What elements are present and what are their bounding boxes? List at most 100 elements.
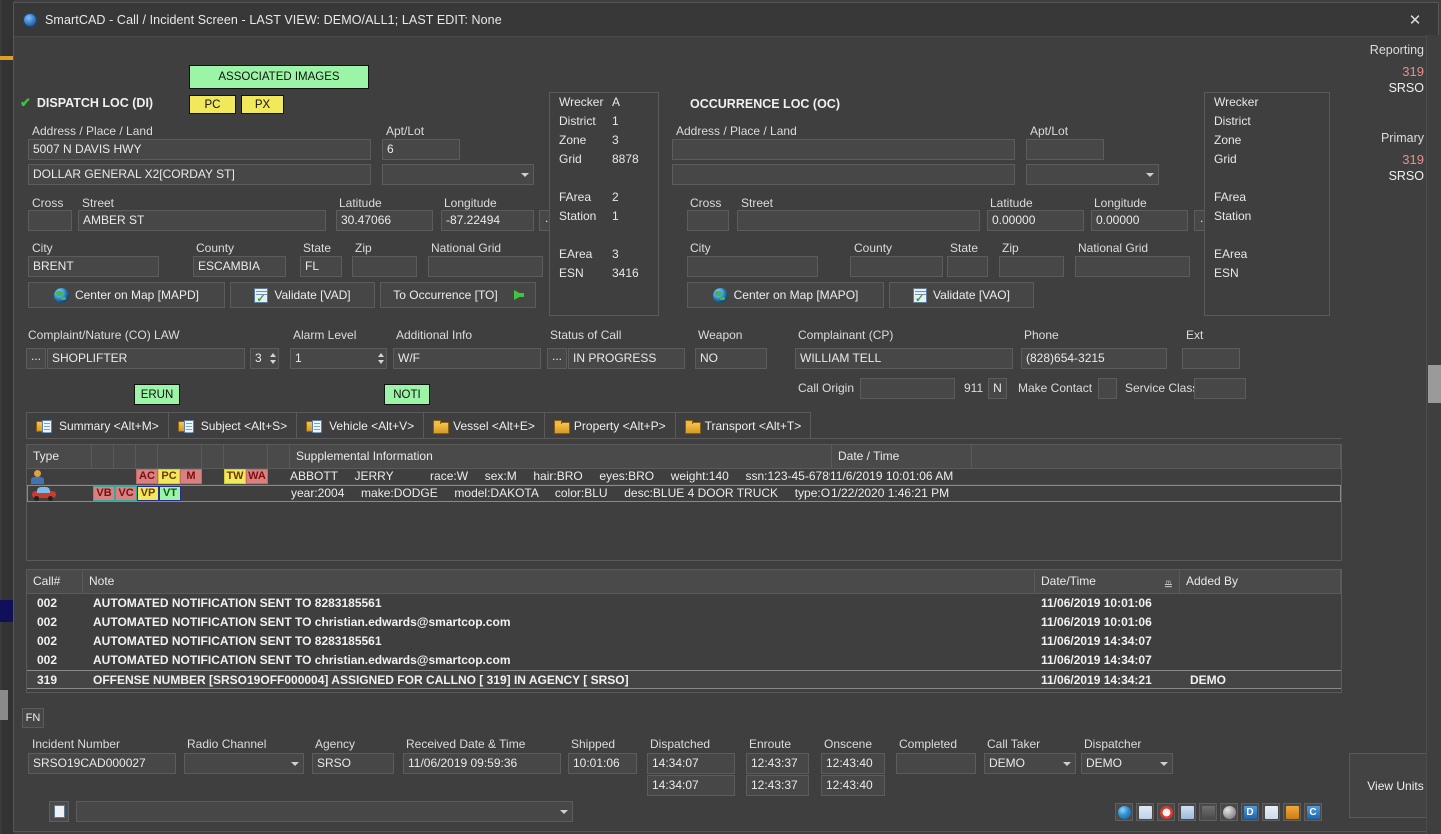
tab-vessel[interactable]: Vessel <Alt+E> [423,412,545,439]
dispatched-input[interactable]: 14:34:07 [647,753,735,774]
spinner-down-icon[interactable] [378,360,384,364]
table-row[interactable]: VB VC VP VT year:2004 make:DODGE model:DAKOT… [27,485,1341,502]
enroute-input[interactable]: 12:43:37 [746,753,809,774]
px-flag-button[interactable]: PX [241,95,284,114]
radio-channel-combo[interactable] [184,753,304,774]
window-icon[interactable] [1136,803,1154,821]
agency-input[interactable]: SRSO [312,753,394,774]
globe-icon[interactable] [1115,803,1133,821]
associated-images-button[interactable]: ASSOCIATED IMAGES [189,65,369,89]
alarm-level-spinner[interactable]: 1 [290,348,387,369]
spinner-up-icon[interactable] [378,353,384,357]
make-contact-input[interactable] [1098,378,1117,399]
occurrence-longitude-input[interactable]: 0.00000 [1091,210,1188,231]
clock-icon[interactable] [1157,803,1175,821]
dispatch-longitude-input[interactable]: -87.22494 [441,210,534,231]
occurrence-center-on-map-button[interactable]: Center on Map [MAPO] [687,282,884,308]
complaint-nature-input[interactable]: SHOPLIFTER [47,348,245,369]
spinner-down-icon[interactable] [270,360,276,364]
occurrence-natgrid-input[interactable] [1075,256,1190,277]
dispatch-center-on-map-button[interactable]: Center on Map [MAPD] [28,282,225,308]
occurrence-cross-input[interactable] [687,210,729,231]
fn-tab[interactable]: FN [22,708,44,728]
table-row[interactable]: AC PC M TW WA ABBOTT JERRY race:W sex:M hair:… [27,469,1341,485]
tab-property[interactable]: Property <Alt+P> [543,412,676,439]
page-scrollbar-thumb[interactable] [1428,365,1441,403]
close-window-button[interactable]: ✕ [1392,3,1438,36]
new-note-button[interactable] [49,801,69,822]
badge-ac[interactable]: AC [136,469,158,484]
dispatch-natgrid-input[interactable] [428,256,543,277]
badge-vp[interactable]: VP [137,486,159,501]
tab-subject[interactable]: Subject <Alt+S> [167,412,298,439]
brush-icon[interactable] [1262,803,1280,821]
dispatch-latitude-input[interactable]: 30.47066 [336,210,433,231]
occurrence-city-input[interactable] [687,256,818,277]
received-input[interactable]: 11/06/2019 09:59:36 [403,753,561,774]
badge-wa[interactable]: WA [246,469,268,484]
notes-col-call[interactable]: Call# [27,570,83,593]
service-class-input[interactable] [1194,378,1246,399]
tow-truck-icon[interactable] [1283,803,1301,821]
dispatcher-combo[interactable]: DEMO [1081,753,1173,774]
onscene-input[interactable]: 12:43:40 [821,753,885,774]
occurrence-county-input[interactable] [850,256,943,277]
summary-col-b2[interactable] [114,445,136,468]
phone-input[interactable]: (828)654-3215 [1021,348,1167,369]
summary-col-datetime[interactable]: Date / Time [832,445,972,468]
dispatch-county-input[interactable]: ESCAMBIA [193,256,286,277]
occurrence-latitude-input[interactable]: 0.00000 [987,210,1084,231]
notes-col-addedby[interactable]: Added By [1180,570,1341,593]
summary-col-b1[interactable] [92,445,114,468]
summary-col-b3[interactable] [136,445,158,468]
dispatch-state-input[interactable]: FL [300,256,342,277]
badge-vc[interactable]: VC [115,486,137,501]
dispatch-aptlot-combo[interactable] [382,164,534,185]
notes-col-note[interactable]: Note [83,570,1035,593]
occurrence-zip-input[interactable] [999,256,1064,277]
copies-icon[interactable] [1178,803,1196,821]
status-of-call-picker-button[interactable]: ... [547,348,567,369]
ext-input[interactable] [1182,348,1240,369]
command-combo[interactable] [76,801,573,822]
status-of-call-input[interactable]: IN PROGRESS [568,348,685,369]
dispatch-validate-button[interactable]: Validate [VAD] [230,282,375,308]
complaint-nature-picker-button[interactable]: ... [26,348,46,369]
badge-tw[interactable]: TW [224,469,246,484]
complainant-input[interactable]: WILLIAM TELL [795,348,1013,369]
notes-row[interactable]: 002 AUTOMATED NOTIFICATION SENT TO christ… [27,613,1341,632]
e911-input[interactable]: N [988,378,1007,399]
occurrence-street-input[interactable] [737,210,980,231]
badge-vb[interactable]: VB [93,486,115,501]
occurrence-state-input[interactable] [947,256,988,277]
c-icon[interactable]: C [1304,803,1322,821]
summary-col-b5[interactable] [202,445,224,468]
summary-col-spacer[interactable] [972,445,1341,468]
notes-row[interactable]: 002 AUTOMATED NOTIFICATION SENT TO 828318… [27,632,1341,651]
complaint-priority-spinner[interactable]: 3 [250,348,279,369]
pc-flag-button[interactable]: PC [189,95,236,114]
spinner-up-icon[interactable] [270,353,276,357]
to-occurrence-button[interactable]: To Occurrence [TO] [380,282,536,308]
badge-vt[interactable]: VT [159,486,181,501]
dispatch-street-input[interactable]: AMBER ST [78,210,326,231]
occurrence-address-input[interactable] [672,139,1015,160]
occurrence-aptlot-combo[interactable] [1026,164,1159,185]
call-taker-combo[interactable]: DEMO [984,753,1076,774]
enroute-input-2[interactable]: 12:43:37 [746,775,809,796]
occurrence-place-input[interactable] [672,164,1015,185]
badge-pc[interactable]: PC [158,469,180,484]
lock-icon[interactable] [1199,803,1217,821]
summary-col-b6[interactable] [224,445,268,468]
notes-row[interactable]: 002 AUTOMATED NOTIFICATION SENT TO christ… [27,651,1341,670]
occurrence-aptlot-input[interactable] [1026,139,1104,160]
dispatch-zip-input[interactable] [352,256,417,277]
occurrence-validate-button[interactable]: Validate [VAO] [889,282,1034,308]
erun-button[interactable]: ERUN [134,384,180,405]
noti-button[interactable]: NOTI [384,384,430,405]
tab-summary[interactable]: Summary <Alt+M> [26,412,169,439]
notes-row[interactable]: 002 AUTOMATED NOTIFICATION SENT TO 828318… [27,594,1341,613]
tab-transport[interactable]: Transport <Alt+T> [674,412,812,439]
summary-col-supplemental[interactable]: Supplemental Information [290,445,832,468]
summary-col-type[interactable]: Type [27,445,92,468]
